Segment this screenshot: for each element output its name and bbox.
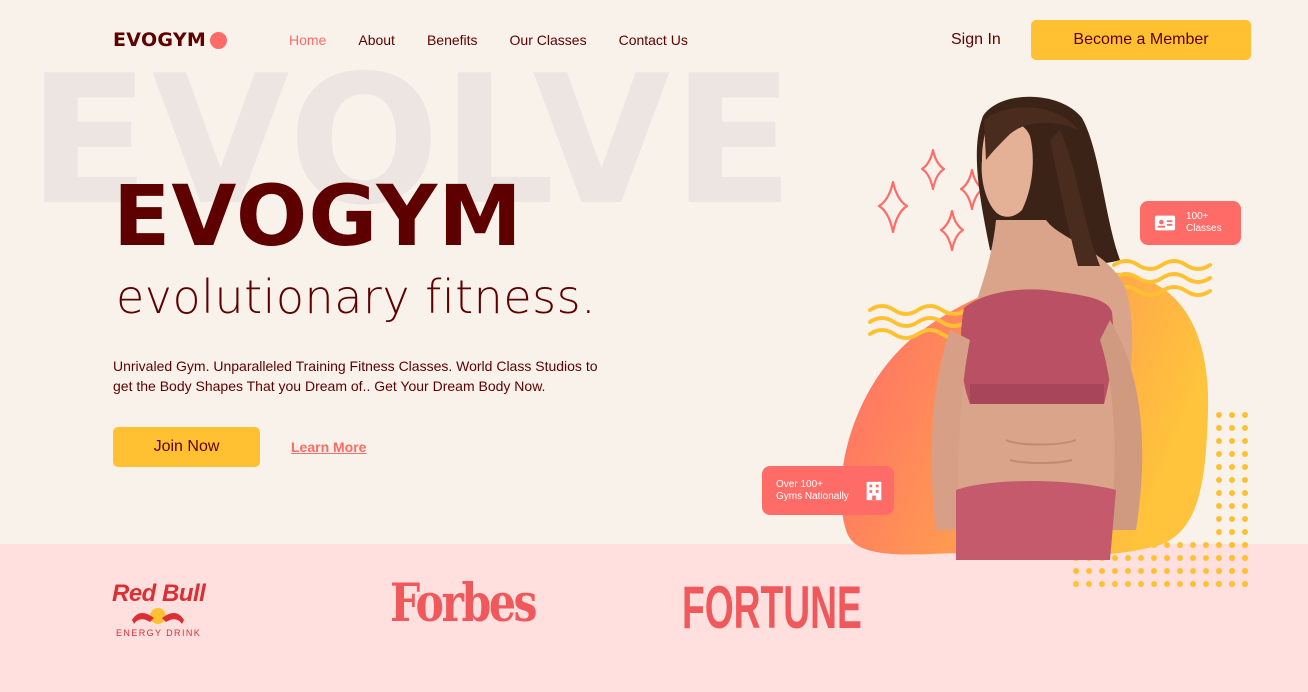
gyms-badge-line1: Over 100+ [776,478,823,490]
redbull-wordmark: Red Bull [112,580,206,607]
join-now-button[interactable]: Join Now [113,427,260,467]
sign-in-link[interactable]: Sign In [951,31,1001,49]
building-icon [866,481,882,500]
hero-title: EVOGYM [113,167,523,265]
id-card-icon [1154,215,1176,231]
athlete-figure [931,96,1143,560]
hero-description: Unrivaled Gym. Unparalleled Training Fit… [113,358,598,394]
classes-badge-line2: Classes [1186,223,1222,234]
redbull-bulls-icon [132,608,184,624]
sponsor-forbes-logo: Forbes [390,573,537,634]
sparkle-icons [877,148,985,252]
classes-badge-line1: 100+ [1186,211,1209,222]
gyms-badge-line2: Gyms Nationally [776,490,849,502]
gyms-count-badge: Over 100+ Gyms Nationally [762,466,894,515]
hero-illustration [760,60,1308,600]
become-member-button[interactable]: Become a Member [1031,20,1251,60]
sponsor-fortune-logo: FORTUNE [682,574,862,641]
learn-more-link[interactable]: Learn More [291,439,366,455]
sponsor-redbull-logo: Red Bull ENERGY DRINK [112,580,206,639]
hero-subtitle: evolutionary fitness. [116,270,597,324]
hero-graphic-svg [840,96,1254,593]
classes-count-badge: 100+ Classes [1140,201,1241,245]
redbull-subtext: ENERGY DRINK [116,628,202,638]
